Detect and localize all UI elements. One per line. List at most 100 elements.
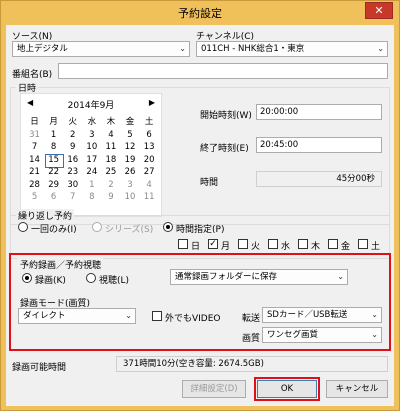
- weekday-checkbox[interactable]: [358, 239, 368, 249]
- calendar-day[interactable]: 16: [63, 154, 82, 167]
- calendar-day[interactable]: 7: [25, 141, 44, 154]
- calendar-day[interactable]: 6: [140, 129, 159, 142]
- calendar-day[interactable]: 8: [44, 141, 63, 154]
- weekday-checkbox[interactable]: ✓: [208, 239, 218, 249]
- start-time-input[interactable]: 20:00:00: [256, 104, 382, 120]
- calendar-day[interactable]: 21: [25, 166, 44, 179]
- weekday-checkbox[interactable]: [238, 239, 248, 249]
- calendar-day[interactable]: 7: [63, 191, 82, 204]
- calendar-day[interactable]: 25: [101, 166, 120, 179]
- weekday-checkbox[interactable]: [328, 239, 338, 249]
- chevron-down-icon: ⌄: [371, 310, 378, 319]
- calendar-day[interactable]: 11: [140, 191, 159, 204]
- calendar[interactable]: ◀ 2014年9月 ▶ 日月火水木金土 31 1 2 3 4 5 6 7 8 9 10 11 12 13 14…: [20, 93, 162, 217]
- calendar-day[interactable]: 30: [63, 179, 82, 192]
- view-radio[interactable]: [86, 273, 96, 283]
- weekday-label: 土: [371, 242, 381, 252]
- record-mode-value: ダイレクト: [23, 311, 66, 321]
- calendar-day[interactable]: 2: [63, 129, 82, 142]
- calendar-day[interactable]: 2: [101, 179, 120, 192]
- end-time-input[interactable]: 20:45:00: [256, 137, 382, 153]
- outside-video-checkbox[interactable]: [152, 311, 162, 321]
- repeat-time-radio[interactable]: [163, 222, 173, 232]
- program-name-input[interactable]: [58, 63, 388, 79]
- save-folder-select[interactable]: 通常録画フォルダーに保存 ⌄: [170, 269, 348, 285]
- calendar-day[interactable]: 23: [63, 166, 82, 179]
- calendar-day[interactable]: 11: [101, 141, 120, 154]
- weekday-checkbox[interactable]: [298, 239, 308, 249]
- quality-value: ワンセグ画質: [267, 330, 319, 340]
- outside-video-label: 外でもVIDEO: [165, 314, 221, 324]
- repeat-series-radio[interactable]: [92, 222, 102, 232]
- repeat-once-label: 一回のみ(I): [31, 225, 77, 235]
- repeat-once-radio[interactable]: [18, 222, 28, 232]
- weekday-label: 木: [311, 242, 321, 252]
- detail-settings-button[interactable]: 詳細設定(D): [182, 380, 246, 398]
- transfer-select[interactable]: SDカード／USB転送 ⌄: [262, 307, 382, 323]
- channel-select[interactable]: 011CH - NHK総合1・東京 ⌄: [196, 41, 388, 57]
- calendar-day[interactable]: 9: [101, 191, 120, 204]
- close-button[interactable]: ✕: [365, 2, 393, 19]
- calendar-day[interactable]: 22: [44, 166, 63, 179]
- chevron-down-icon: ⌄: [371, 330, 378, 339]
- calendar-day[interactable]: 19: [120, 154, 139, 167]
- ok-button[interactable]: OK: [257, 380, 317, 398]
- weekday-checkbox[interactable]: [268, 239, 278, 249]
- calendar-day[interactable]: 12: [120, 141, 139, 154]
- calendar-week-row: 5 6 7 8 9 10 11: [25, 191, 159, 204]
- chevron-down-icon: ⌄: [337, 272, 344, 281]
- repeat-group-label: 繰り返し予約: [16, 209, 75, 222]
- cancel-button[interactable]: キャンセル: [326, 380, 388, 398]
- calendar-day[interactable]: 3: [82, 129, 101, 142]
- weekday-label: 月: [221, 242, 231, 252]
- calendar-day[interactable]: 10: [82, 141, 101, 154]
- chevron-down-icon: ⌄: [377, 44, 384, 53]
- record-mode-select[interactable]: ダイレクト ⌄: [18, 308, 136, 324]
- weekday-label: 金: [341, 242, 351, 252]
- calendar-day[interactable]: 5: [25, 191, 44, 204]
- available-label: 録画可能時間: [12, 363, 67, 373]
- calendar-week-row: 21 22 23 24 25 26 27: [25, 166, 159, 179]
- calendar-day[interactable]: 6: [44, 191, 63, 204]
- calendar-day[interactable]: 4: [140, 179, 159, 192]
- calendar-day[interactable]: 3: [120, 179, 139, 192]
- calendar-weekday: 月: [49, 117, 58, 127]
- calendar-day[interactable]: 24: [82, 166, 101, 179]
- next-month-icon[interactable]: ▶: [149, 98, 155, 107]
- calendar-day[interactable]: 8: [82, 191, 101, 204]
- calendar-grid: 日月火水木金土 31 1 2 3 4 5 6 7 8 9 10 11 12 13 14 15 16 17 18 19 20…: [25, 116, 159, 204]
- weekday-checkbox[interactable]: [178, 239, 188, 249]
- calendar-day[interactable]: 14: [25, 154, 44, 167]
- calendar-day[interactable]: 20: [140, 154, 159, 167]
- chevron-down-icon: ⌄: [125, 311, 132, 320]
- window-title: 予約設定: [178, 7, 222, 20]
- calendar-day[interactable]: 31: [25, 129, 44, 142]
- calendar-day[interactable]: 29: [44, 179, 63, 192]
- calendar-day[interactable]: 26: [120, 166, 139, 179]
- calendar-day[interactable]: 4: [101, 129, 120, 142]
- repeat-series-label: シリーズ(S): [105, 225, 154, 235]
- calendar-weekday: 土: [144, 117, 154, 127]
- calendar-day[interactable]: 1: [82, 179, 101, 192]
- calendar-day[interactable]: 27: [140, 166, 159, 179]
- calendar-day[interactable]: 13: [140, 141, 159, 154]
- calendar-day[interactable]: 5: [120, 129, 139, 142]
- weekday-label: 水: [281, 242, 291, 252]
- source-value: 地上デジタル: [17, 44, 68, 54]
- calendar-day[interactable]: 18: [101, 154, 120, 167]
- calendar-day[interactable]: 28: [25, 179, 44, 192]
- calendar-day[interactable]: 9: [63, 141, 82, 154]
- calendar-day[interactable]: 1: [44, 129, 63, 142]
- calendar-day[interactable]: 15: [44, 153, 65, 167]
- calendar-day[interactable]: 17: [82, 154, 101, 167]
- quality-select[interactable]: ワンセグ画質 ⌄: [262, 327, 382, 343]
- calendar-header: ◀ 2014年9月 ▶: [21, 98, 161, 112]
- reservation-dialog: 予約設定 ✕ ソース(N) 地上デジタル ⌄ チャンネル(C) 011CH - …: [0, 0, 400, 411]
- channel-value: 011CH - NHK総合1・東京: [201, 44, 305, 54]
- record-radio[interactable]: [22, 273, 32, 283]
- save-folder-value: 通常録画フォルダーに保存: [175, 272, 278, 282]
- calendar-day[interactable]: 10: [120, 191, 139, 204]
- calendar-weekday: 水: [87, 117, 97, 127]
- source-select[interactable]: 地上デジタル ⌄: [12, 41, 190, 57]
- start-time-label: 開始時刻(W): [200, 111, 252, 121]
